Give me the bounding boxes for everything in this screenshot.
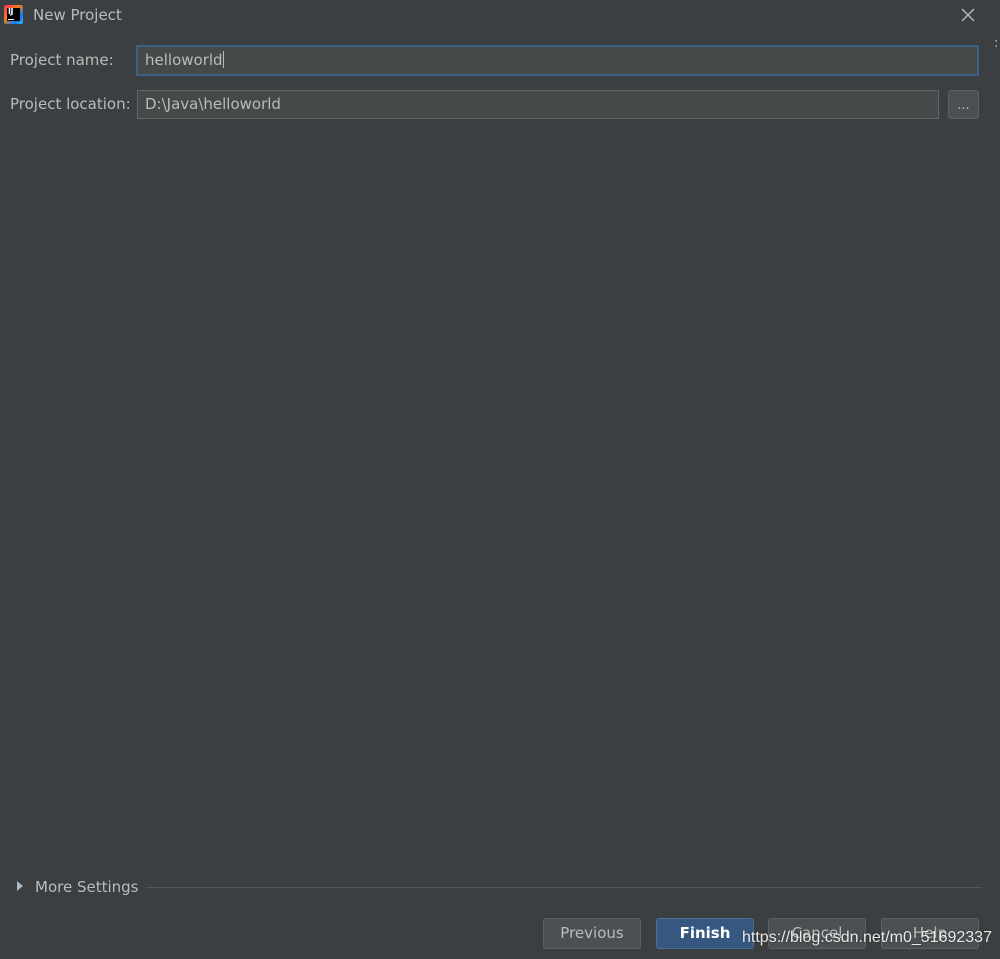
watermark-text: https://blog.csdn.net/m0_51692337 (742, 929, 992, 946)
more-settings-label: More Settings (35, 878, 139, 896)
finish-button[interactable]: Finish (656, 918, 754, 949)
close-icon (961, 8, 975, 22)
window-title: New Project (33, 6, 122, 24)
project-location-label: Project location: (10, 95, 131, 113)
intellij-idea-icon: IJ (4, 5, 23, 24)
text-caret (222, 51, 224, 68)
project-location-value: D:\Java\helloworld (145, 95, 281, 113)
browse-button[interactable]: ... (948, 90, 979, 119)
separator-line (146, 887, 982, 888)
app-icon-text: IJ (8, 7, 13, 16)
project-name-input[interactable]: helloworld (136, 45, 979, 76)
title-bar: IJ New Project (0, 0, 1000, 30)
project-location-input[interactable]: D:\Java\helloworld (137, 90, 939, 119)
expand-triangle-icon (17, 881, 23, 891)
project-name-label: Project name: (10, 51, 114, 69)
previous-button[interactable]: Previous (543, 918, 641, 949)
window-edge-artifact: : (994, 36, 999, 51)
close-button[interactable] (955, 3, 981, 27)
project-name-value: helloworld (145, 51, 223, 69)
